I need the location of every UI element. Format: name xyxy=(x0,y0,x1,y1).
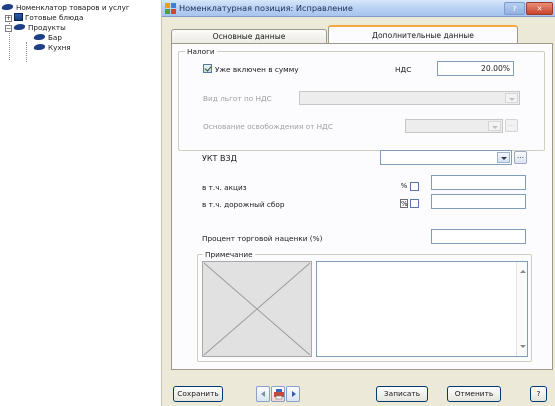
vat-exempt-basis-label: Основание освобождения от НДС xyxy=(203,122,333,131)
included-label: Уже включен в сумму xyxy=(215,65,299,74)
tree-item-label: Готовые блюда xyxy=(25,13,84,22)
vat-exempt-type-label: Вид льгот по НДС xyxy=(203,94,272,103)
tab-panel: Налоги Уже включен в сумму НДС 20.00% Ви… xyxy=(171,43,553,370)
image-placeholder[interactable] xyxy=(202,261,312,357)
tab-basic-data[interactable]: Основные данные xyxy=(171,29,327,43)
tree-item-label: Кухня xyxy=(48,43,71,52)
excise-checkbox[interactable] xyxy=(410,182,419,191)
vat-label: НДС xyxy=(395,65,412,74)
ukt-label: УКТ ВЗД xyxy=(202,154,237,163)
tree-item-kitchen[interactable]: Кухня xyxy=(34,42,71,53)
help-title-button[interactable]: ? xyxy=(504,2,525,15)
taxes-group: Налоги Уже включен в сумму НДС 20.00% Ви… xyxy=(178,47,545,151)
chevron-down-icon[interactable] xyxy=(497,152,510,163)
road-fee-label: в т.ч. дорожный сбор xyxy=(202,200,285,209)
vat-exempt-type-select[interactable] xyxy=(299,91,520,105)
help-button[interactable]: ? xyxy=(530,386,547,402)
cancel-button[interactable]: Отменить xyxy=(447,386,501,402)
scroll-up-icon[interactable] xyxy=(520,270,526,273)
app-icon xyxy=(165,3,176,14)
group-icon xyxy=(34,33,46,42)
road-fee-field[interactable] xyxy=(431,194,526,209)
record-button[interactable]: Записать xyxy=(376,386,428,402)
vat-value: 20.00% xyxy=(481,64,510,73)
next-button[interactable] xyxy=(286,386,300,402)
markup-label: Процент торговой наценки (%) xyxy=(202,234,323,243)
taxes-legend: Налоги xyxy=(185,47,217,56)
included-checkbox[interactable] xyxy=(203,64,212,73)
nomenclature-tree: Номенклатор товаров и услуг + Готовые блю… xyxy=(0,0,161,406)
percent-icon: % xyxy=(400,199,408,208)
scroll-down-icon[interactable] xyxy=(520,345,526,348)
tree-item-label: Продукты xyxy=(28,23,66,32)
ukt-ellipsis-button[interactable]: … xyxy=(514,151,527,164)
excise-field[interactable] xyxy=(431,175,526,190)
empty-image-icon xyxy=(203,262,311,356)
vat-exempt-basis-select[interactable] xyxy=(405,119,503,133)
chevron-down-icon[interactable] xyxy=(488,121,501,131)
collapse-icon[interactable]: − xyxy=(5,25,12,32)
note-scrollbar[interactable] xyxy=(516,262,527,356)
window-title: Номенклатурная позиция: Исправление xyxy=(179,3,353,13)
close-button[interactable]: ✕ xyxy=(526,2,553,15)
group-icon xyxy=(34,43,46,52)
vat-field[interactable]: 20.00% xyxy=(437,61,514,76)
tree-item-label: Бар xyxy=(48,33,62,42)
markup-field[interactable] xyxy=(431,229,526,244)
vat-exempt-basis-ellipsis-button[interactable]: … xyxy=(505,119,518,132)
prev-button[interactable] xyxy=(256,386,270,402)
expand-icon[interactable]: + xyxy=(5,15,12,22)
catalog-icon xyxy=(2,3,14,12)
percent-icon: % xyxy=(400,182,408,190)
folder-icon xyxy=(14,23,26,32)
print-button[interactable] xyxy=(271,386,285,402)
chevron-down-icon[interactable] xyxy=(505,93,518,103)
save-button[interactable]: Сохранить xyxy=(173,386,223,402)
tree-item-label: Номенклатор товаров и услуг xyxy=(16,3,130,12)
arrow-left-icon xyxy=(261,391,265,397)
tree-connector xyxy=(26,42,27,62)
arrow-right-icon xyxy=(292,391,296,397)
title-bar[interactable]: Номенклатурная позиция: Исправление ? ✕ xyxy=(162,0,555,17)
road-fee-checkbox[interactable] xyxy=(410,199,419,208)
note-group: Примечание xyxy=(197,250,532,362)
tab-additional-data[interactable]: Дополнительные данные xyxy=(328,25,518,43)
ukt-select[interactable] xyxy=(380,150,512,165)
printer-icon xyxy=(274,389,284,400)
note-textarea[interactable] xyxy=(316,261,528,357)
note-legend: Примечание xyxy=(203,250,255,259)
folder-icon xyxy=(14,13,23,21)
item-edit-window: Номенклатурная позиция: Исправление ? ✕ … xyxy=(161,0,555,406)
excise-label: в т.ч. акциз xyxy=(202,183,247,192)
